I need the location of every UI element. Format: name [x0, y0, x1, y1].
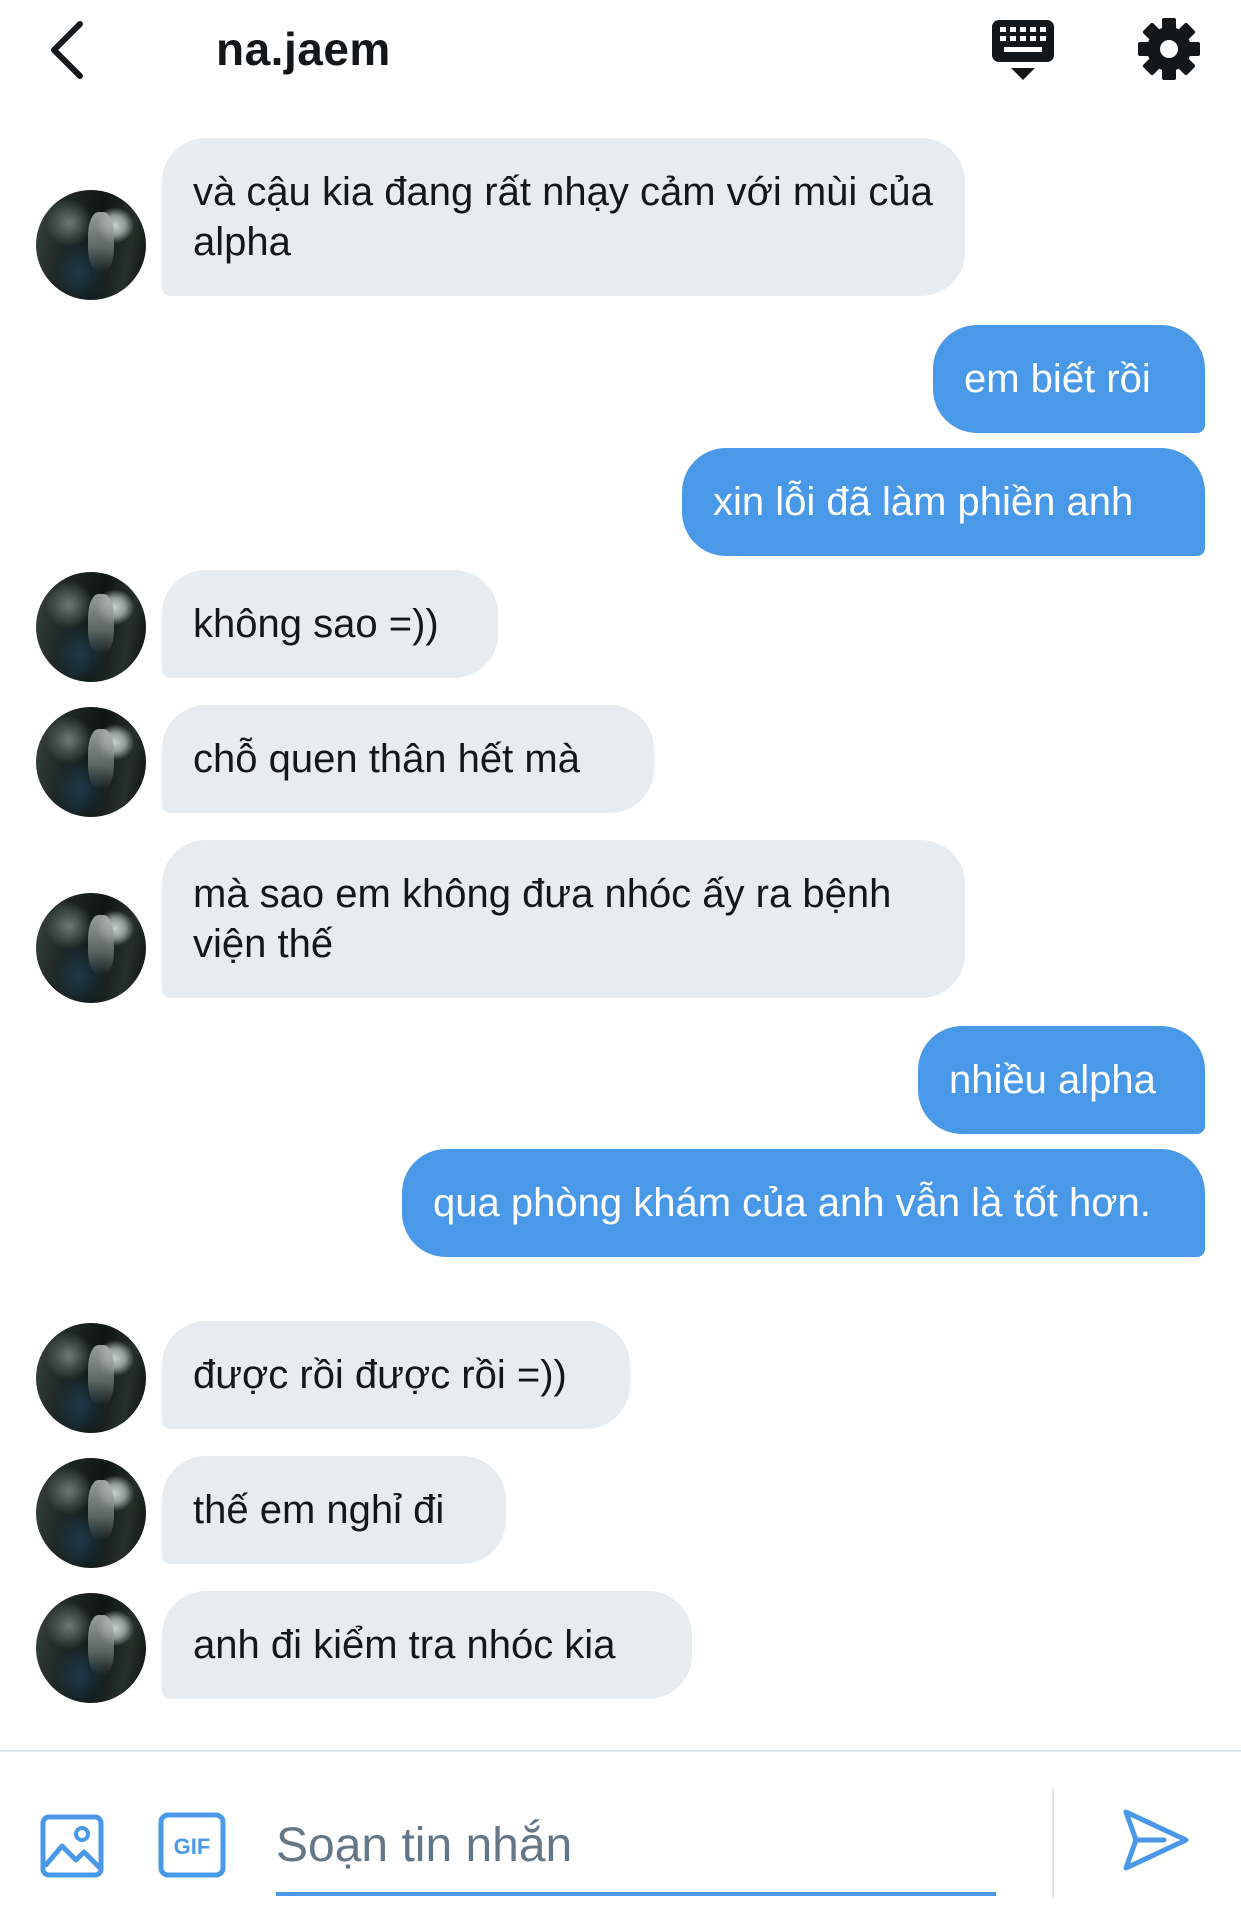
avatar[interactable] — [36, 1323, 146, 1433]
chevron-left-icon[interactable] — [44, 18, 90, 82]
avatar[interactable] — [36, 893, 146, 1003]
message-bubble: và cậu kia đang rất nhạy cảm với mùi của… — [162, 138, 965, 296]
message-bubble: được rồi được rồi =)) — [162, 1321, 630, 1429]
message-bubble: nhiều alpha — [918, 1026, 1205, 1134]
image-icon[interactable] — [40, 1814, 104, 1878]
avatar[interactable] — [36, 190, 146, 300]
composer-divider — [1052, 1788, 1054, 1898]
send-icon[interactable] — [1120, 1804, 1192, 1876]
gif-label: GIF — [174, 1834, 211, 1859]
message-bubble: không sao =)) — [162, 570, 498, 678]
message-input[interactable] — [276, 1798, 996, 1896]
message-composer: GIF — [0, 1750, 1241, 1922]
keyboard-hide-icon[interactable] — [990, 18, 1056, 84]
gear-icon[interactable] — [1138, 18, 1200, 80]
avatar[interactable] — [36, 707, 146, 817]
message-bubble: qua phòng khám của anh vẫn là tốt hơn. — [402, 1149, 1205, 1257]
avatar[interactable] — [36, 1593, 146, 1703]
message-bubble: anh đi kiểm tra nhóc kia — [162, 1591, 692, 1699]
message-bubble: xin lỗi đã làm phiền anh — [682, 448, 1205, 556]
message-bubble: chỗ quen thân hết mà — [162, 705, 654, 813]
conversation-title: na.jaem — [216, 23, 391, 75]
message-bubble: mà sao em không đưa nhóc ấy ra bệnh viện… — [162, 840, 965, 998]
gif-icon[interactable]: GIF — [158, 1812, 226, 1878]
message-bubble: thế em nghỉ đi — [162, 1456, 506, 1564]
avatar[interactable] — [36, 1458, 146, 1568]
message-bubble: em biết rồi — [933, 325, 1205, 433]
conversation-header: na.jaem — [0, 0, 1241, 110]
avatar[interactable] — [36, 572, 146, 682]
